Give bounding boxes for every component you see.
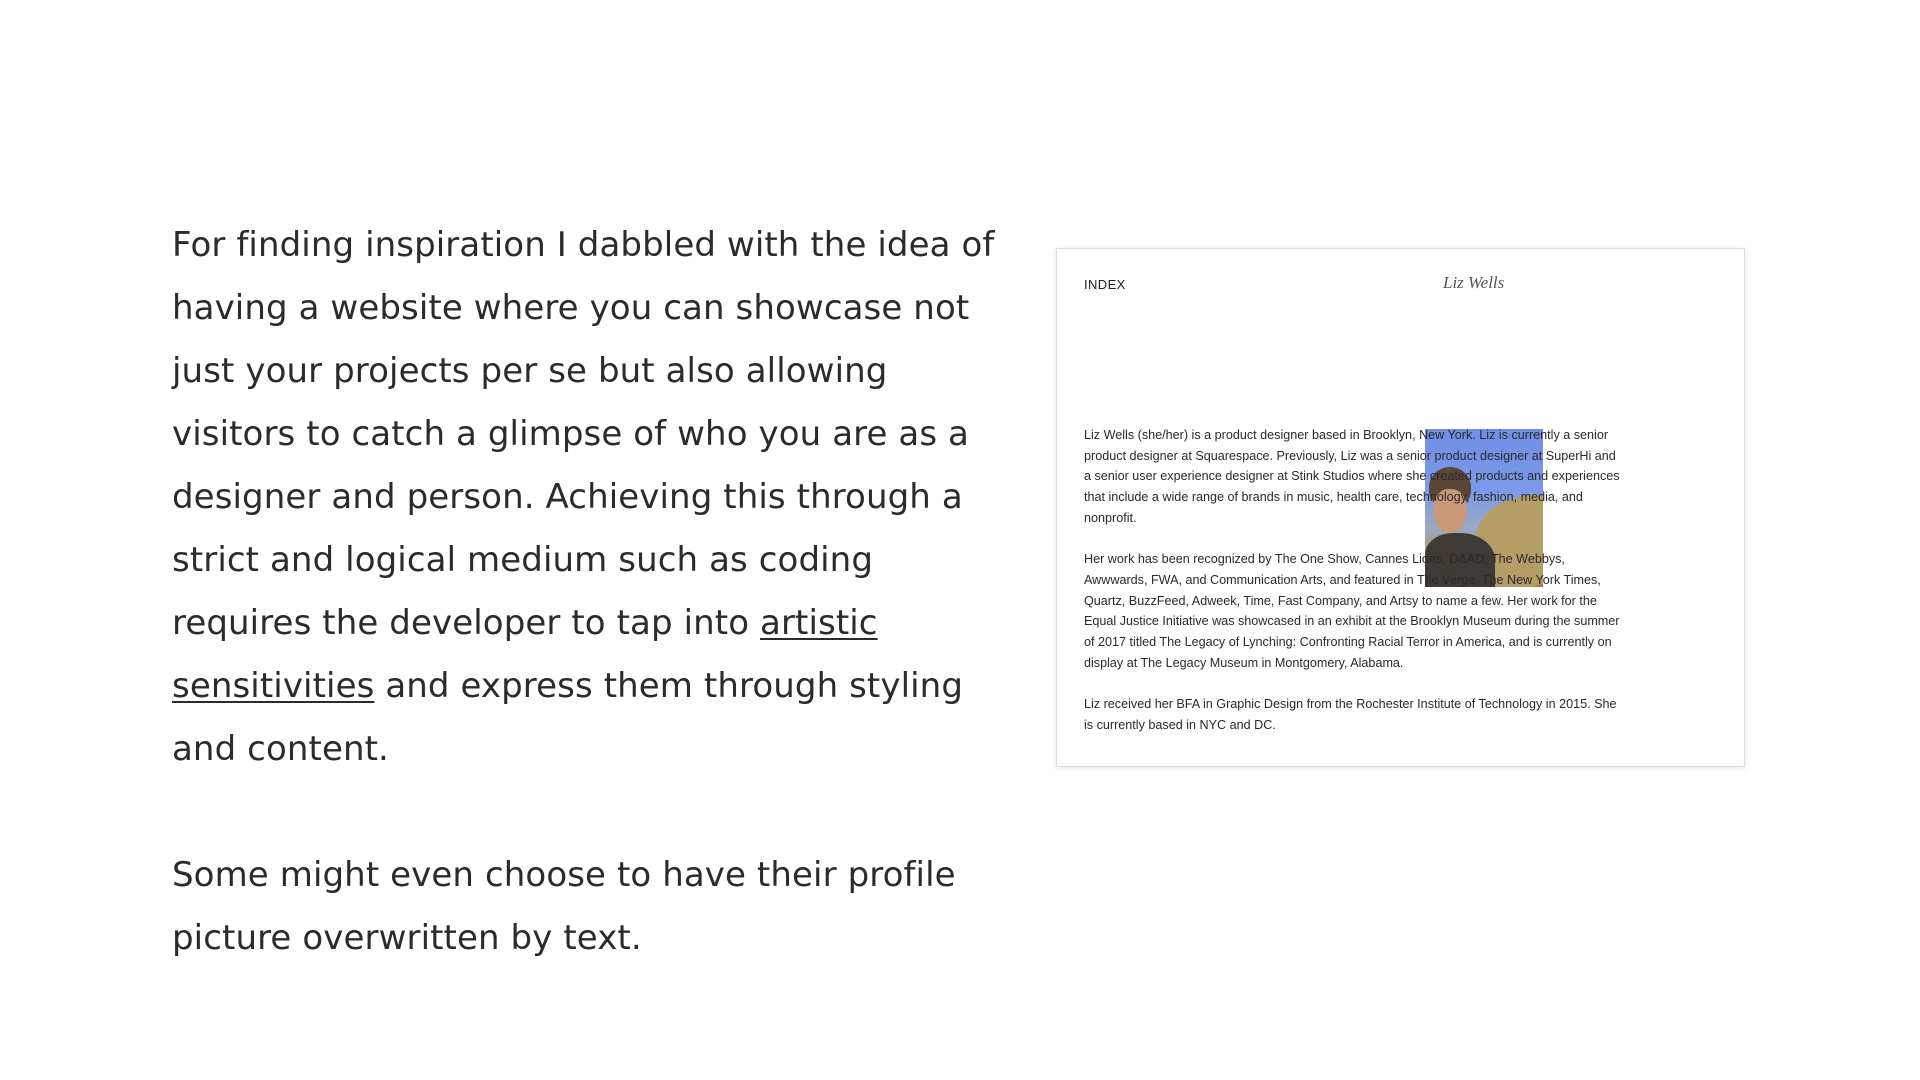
- article-text: For finding inspiration I dabbled with t…: [172, 214, 1012, 970]
- paragraph-1-text-before-link: For finding inspiration I dabbled with t…: [172, 225, 995, 643]
- index-nav-label: INDEX: [1084, 277, 1126, 292]
- website-screenshot: INDEX Liz Wells Liz Wells (she/her) is a…: [1056, 248, 1745, 767]
- bio-paragraph: Liz Wells (she/her) is a product designe…: [1084, 428, 1620, 525]
- bio-paragraph: Liz received her BFA in Graphic Design f…: [1084, 697, 1617, 732]
- site-title: Liz Wells: [1443, 273, 1505, 292]
- bio-text: Liz Wells (she/her) is a product designe…: [1084, 425, 1624, 736]
- bio-paragraph: Her work has been recognized by The One …: [1084, 552, 1620, 670]
- article-paragraph-2: Some might even choose to have their pro…: [172, 855, 956, 958]
- article-paragraph-1: For finding inspiration I dabbled with t…: [172, 214, 1012, 781]
